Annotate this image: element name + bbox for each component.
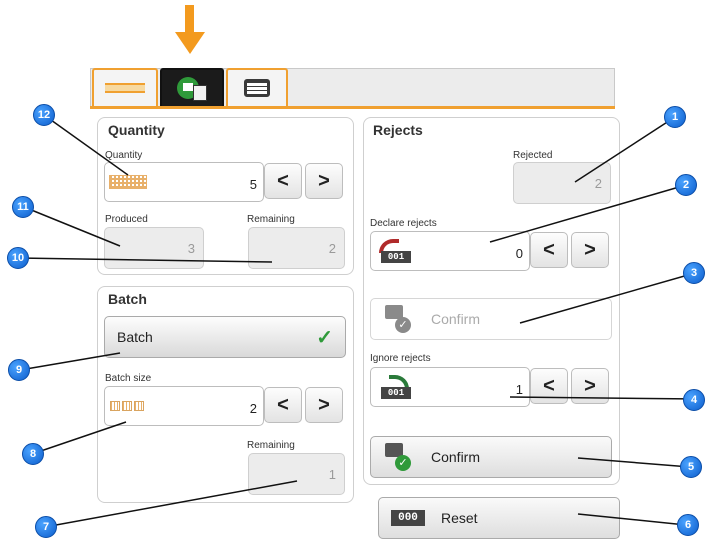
produced-field: 3 [104,227,204,269]
callout-10: 10 [7,247,29,269]
batch-size-label: Batch size [105,373,152,384]
confirm-check-icon: ✓ [383,443,413,471]
produced-label: Produced [105,214,148,225]
rejected-label: Rejected [513,150,553,161]
callout-12: 12 [33,104,55,126]
ignore-decrease-button[interactable]: < [530,368,568,404]
quantity-value: 5 [249,177,257,192]
ignore-increase-button[interactable]: > [571,368,609,404]
batch-toggle-button[interactable]: Batch ✓ [104,316,346,358]
reset-counter-icon: 000 [391,510,425,526]
quantity-pattern-icon [109,175,147,189]
confirm-declare-button: ✓ Confirm [370,298,612,340]
callout-5: 5 [680,456,702,478]
callout-8: 8 [22,443,44,465]
quantity-title: Quantity [108,122,165,138]
declare-increase-button[interactable]: > [571,232,609,268]
remaining-field: 2 [248,227,345,269]
callout-11: 11 [12,196,34,218]
batch-size-value: 2 [249,401,257,416]
checkmark-icon: ✓ [316,326,333,349]
batch-title: Batch [108,291,147,307]
tab-settings[interactable] [92,68,158,108]
indicator-arrow-head [175,32,205,54]
confirm-ignore-button[interactable]: ✓ Confirm [370,436,612,478]
rejected-field: 2 [513,162,611,204]
reset-button[interactable]: 000 Reset [378,497,620,539]
confirm-declare-label: Confirm [431,311,481,327]
batch-remaining-field: 1 [248,453,345,495]
batch-decrease-button[interactable]: < [264,387,302,423]
reset-label: Reset [441,510,478,526]
arrow-document-icon [175,73,209,103]
callout-1: 1 [664,106,686,128]
ignore-rejects-label: Ignore rejects [370,353,431,364]
tab-underline [90,106,615,109]
callout-2: 2 [675,174,697,196]
batch-toggle-label: Batch [117,329,153,345]
confirm-icon: ✓ [383,305,413,333]
tab-messages[interactable] [226,68,288,108]
batch-increase-button[interactable]: > [305,387,343,423]
declare-rejects-label: Declare rejects [370,218,437,229]
callout-4: 4 [683,389,705,411]
ignore-rejects-value: 1 [515,382,523,397]
callout-6: 6 [677,514,699,536]
declare-decrease-button[interactable]: < [530,232,568,268]
quantity-field[interactable]: 5 [104,162,264,202]
callout-7: 7 [35,516,57,538]
quantity-increase-button[interactable]: > [305,163,343,199]
bars-icon [105,83,145,93]
batch-remaining-label: Remaining [247,440,295,451]
ignore-rejects-field[interactable]: 001 1 [370,367,530,407]
rejects-title: Rejects [373,122,423,138]
callout-9: 9 [8,359,30,381]
batch-size-field[interactable]: 2 [104,386,264,426]
message-icon [244,79,270,97]
tab-counter[interactable] [160,68,224,108]
callout-3: 3 [683,262,705,284]
declare-counter-icon: 001 [375,239,415,263]
declare-rejects-value: 0 [515,246,523,261]
batch-pattern-icon [110,401,144,411]
quantity-label: Quantity [105,150,143,161]
ignore-counter-icon: 001 [375,375,415,399]
declare-rejects-field[interactable]: 001 0 [370,231,530,271]
quantity-decrease-button[interactable]: < [264,163,302,199]
remaining-label: Remaining [247,214,295,225]
confirm-ignore-label: Confirm [431,449,481,465]
indicator-arrow [185,5,194,33]
